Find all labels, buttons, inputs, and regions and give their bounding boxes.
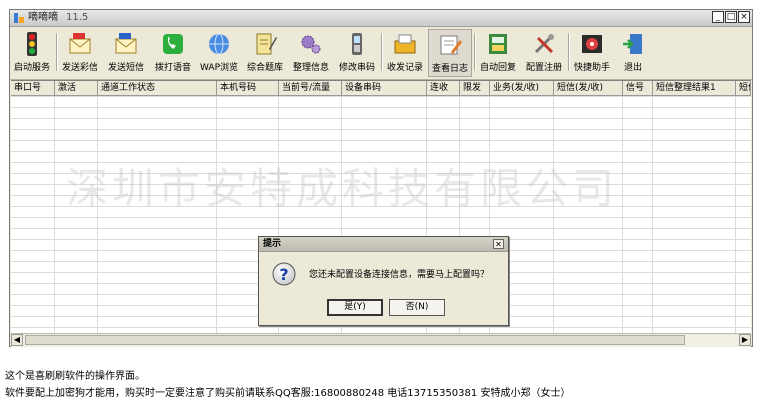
column-header[interactable]: 串口号 bbox=[11, 81, 55, 95]
toolbar-label: 修改串码 bbox=[338, 63, 375, 73]
toolbar-button-config-register[interactable]: 配置注册 bbox=[522, 29, 566, 77]
toolbar-label: WAP浏览 bbox=[200, 63, 238, 73]
toolbar-button-quick-helper[interactable]: 快捷助手 bbox=[570, 29, 614, 77]
notepad-icon bbox=[256, 33, 277, 55]
film-helper-icon bbox=[582, 35, 602, 53]
question-icon: ? bbox=[272, 262, 296, 286]
inbox-tray-icon bbox=[394, 34, 416, 54]
auto-reply-icon bbox=[489, 34, 507, 54]
tools-icon bbox=[534, 34, 554, 54]
title-bar: 嘀嘀嘀 11.5 _ □ × bbox=[10, 10, 752, 27]
dialog-close-icon[interactable]: ✕ bbox=[493, 239, 504, 249]
window-version: 11.5 bbox=[66, 12, 89, 23]
grid-column-line bbox=[735, 96, 736, 334]
grid-column-line bbox=[216, 96, 217, 334]
column-header[interactable]: 短信 bbox=[736, 81, 751, 95]
toolbar-label: 查看日志 bbox=[431, 64, 468, 74]
column-header[interactable]: 信号 bbox=[623, 81, 653, 95]
column-header[interactable]: 短信整理结果1 bbox=[653, 81, 736, 95]
toolbar-label: 启动服务 bbox=[13, 63, 50, 73]
grid-column-line bbox=[553, 96, 554, 334]
toolbar-button-start-service[interactable]: 启动服务 bbox=[11, 29, 53, 77]
dialog-title: 提示 bbox=[263, 239, 282, 249]
log-edit-icon bbox=[440, 35, 462, 55]
toolbar-button-voice-call[interactable]: 拨打语音 bbox=[151, 29, 195, 77]
column-header[interactable]: 设备串码 bbox=[342, 81, 427, 95]
column-header[interactable]: 通道工作状态 bbox=[98, 81, 217, 95]
toolbar-button-send-sms[interactable]: 发送短信 bbox=[104, 29, 148, 77]
mms-envelope-icon bbox=[69, 33, 91, 54]
toolbar-button-modify-imei[interactable]: 修改串码 bbox=[335, 29, 379, 77]
scroll-left-arrow-icon[interactable]: ◀ bbox=[11, 334, 23, 346]
grid-column-line bbox=[652, 96, 653, 334]
toolbar-button-records[interactable]: 收发记录 bbox=[383, 29, 427, 77]
toolbar-label: 整理信息 bbox=[292, 63, 329, 73]
exit-door-icon bbox=[623, 34, 642, 54]
column-header[interactable]: 业务(发/收) bbox=[490, 81, 554, 95]
grid-column-line bbox=[97, 96, 98, 334]
toolbar-label: 配置注册 bbox=[525, 63, 562, 73]
toolbar-label: 综合题库 bbox=[246, 63, 283, 73]
toolbar-button-question-bank[interactable]: 综合题库 bbox=[243, 29, 287, 77]
toolbar-button-send-mms[interactable]: 发送彩信 bbox=[58, 29, 102, 77]
column-header[interactable]: 连收 bbox=[427, 81, 460, 95]
toolbar-label: 拨打语音 bbox=[154, 63, 191, 73]
column-header[interactable]: 激活 bbox=[55, 81, 98, 95]
grid-column-line bbox=[622, 96, 623, 334]
dialog-title-bar: 提示 ✕ bbox=[259, 237, 508, 252]
caption-line-1: 这个是喜刷刷软件的操作界面。 bbox=[5, 371, 145, 382]
toolbar-button-organize-info[interactable]: 整理信息 bbox=[289, 29, 333, 77]
yes-button[interactable]: 是(Y) bbox=[327, 299, 383, 316]
sms-envelope-icon bbox=[115, 33, 137, 54]
traffic-light-icon bbox=[27, 32, 37, 56]
globe-icon bbox=[209, 33, 229, 55]
column-header[interactable]: 限发 bbox=[460, 81, 490, 95]
app-icon bbox=[14, 13, 24, 23]
toolbar-label: 发送短信 bbox=[107, 63, 144, 73]
window-title: 嘀嘀嘀 11.5 bbox=[28, 12, 89, 23]
scroll-right-arrow-icon[interactable]: ▶ bbox=[739, 334, 751, 346]
window-controls: _ □ × bbox=[712, 11, 750, 23]
maximize-button[interactable]: □ bbox=[725, 11, 737, 23]
grid-header: 串口号 激活 通道工作状态 本机号码 当前号/流量 设备串码 连收 限发 业务(… bbox=[11, 81, 751, 96]
svg-text:?: ? bbox=[279, 265, 288, 284]
toolbar-button-exit[interactable]: 退出 bbox=[616, 29, 650, 77]
toolbar-button-view-log[interactable]: 查看日志 bbox=[428, 29, 472, 77]
horizontal-scrollbar[interactable]: ◀ ▶ bbox=[11, 333, 751, 347]
close-button[interactable]: × bbox=[738, 11, 750, 23]
toolbar-label: 退出 bbox=[623, 63, 642, 73]
toolbar-label: 收发记录 bbox=[386, 63, 423, 73]
toolbar-button-wap-browse[interactable]: WAP浏览 bbox=[197, 29, 241, 77]
phone-icon bbox=[163, 34, 183, 54]
toolbar-label: 快捷助手 bbox=[573, 63, 610, 73]
toolbar-label: 自动回复 bbox=[479, 63, 516, 73]
column-header[interactable]: 短信(发/收) bbox=[554, 81, 623, 95]
column-header[interactable]: 当前号/流量 bbox=[279, 81, 342, 95]
toolbar: 启动服务 发送彩信 发送短信 拨打语音 WAP浏览 综合题库 整理信息 修改串码… bbox=[10, 27, 752, 80]
mobile-phone-icon bbox=[352, 33, 362, 55]
dialog-message: 您还未配置设备连接信息，需要马上配置吗？ bbox=[309, 270, 490, 280]
scroll-thumb[interactable] bbox=[25, 335, 685, 345]
caption-line-2: 软件要配上加密狗才能用，购买时一定要注意了购买前请联系QQ客服:16800880… bbox=[5, 388, 571, 399]
minimize-button[interactable]: _ bbox=[712, 11, 724, 23]
gears-icon bbox=[301, 35, 321, 54]
no-button[interactable]: 否(N) bbox=[389, 299, 445, 316]
prompt-dialog: 提示 ✕ ? 您还未配置设备连接信息，需要马上配置吗？ 是(Y) 否(N) bbox=[258, 236, 509, 326]
column-header[interactable]: 本机号码 bbox=[217, 81, 279, 95]
grid-column-line bbox=[54, 96, 55, 334]
toolbar-label: 发送彩信 bbox=[61, 63, 98, 73]
toolbar-button-auto-reply[interactable]: 自动回复 bbox=[476, 29, 520, 77]
